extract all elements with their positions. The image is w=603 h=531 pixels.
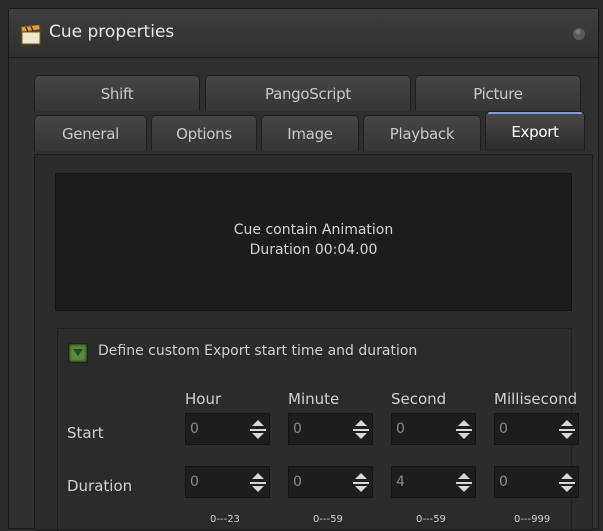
tab-general[interactable]: General [34, 115, 147, 151]
column-minute: Minute [288, 390, 340, 408]
tab-image[interactable]: Image [261, 115, 359, 151]
start-second-input[interactable] [392, 414, 456, 444]
millisecond-range-label: 0---999 [514, 514, 551, 525]
start-second-spinner[interactable] [391, 413, 476, 445]
pin-icon[interactable] [570, 25, 588, 43]
spin-arrows-icon[interactable] [455, 416, 473, 442]
duration-millisecond-spinner[interactable] [494, 466, 579, 498]
start-hour-input[interactable] [186, 414, 250, 444]
tab-picture[interactable]: Picture [415, 75, 581, 111]
column-second: Second [391, 390, 447, 408]
duration-minute-spinner[interactable] [288, 466, 373, 498]
start-hour-spinner[interactable] [185, 413, 270, 445]
start-millisecond-spinner[interactable] [494, 413, 579, 445]
spin-arrows-icon[interactable] [249, 469, 267, 495]
export-panel: Cue contain Animation Duration 00:04.00 … [34, 154, 593, 531]
duration-second-spinner[interactable] [391, 466, 476, 498]
tab-pangoscript[interactable]: PangoScript [205, 75, 411, 111]
second-range-label: 0---59 [416, 514, 446, 525]
tab-shift[interactable]: Shift [34, 75, 200, 111]
cue-info-text: Cue contain Animation [233, 222, 394, 238]
spin-arrows-icon[interactable] [558, 469, 576, 495]
column-millisecond: Millisecond [494, 390, 578, 408]
title-bar: Cue properties [9, 9, 598, 58]
spin-arrows-icon[interactable] [455, 469, 473, 495]
custom-export-label: Define custom Export start time and dura… [98, 343, 418, 359]
start-minute-spinner[interactable] [288, 413, 373, 445]
clapperboard-icon [21, 25, 41, 45]
spin-arrows-icon[interactable] [352, 416, 370, 442]
duration-row-label: Duration [67, 477, 133, 495]
tab-export[interactable]: Export [485, 111, 585, 151]
custom-export-group: Define custom Export start time and dura… [57, 328, 579, 531]
column-hour: Hour [185, 390, 222, 408]
cue-info-display: Cue contain Animation Duration 00:04.00 [55, 173, 572, 311]
duration-second-input[interactable] [392, 467, 456, 497]
duration-hour-input[interactable] [186, 467, 250, 497]
start-millisecond-input[interactable] [495, 414, 559, 444]
duration-minute-input[interactable] [289, 467, 353, 497]
cue-properties-window: Cue properties Shift PangoScript Picture… [8, 8, 599, 531]
duration-millisecond-input[interactable] [495, 467, 559, 497]
custom-export-checkbox[interactable] [68, 343, 88, 363]
hour-range-label: 0---23 [210, 514, 240, 525]
duration-hour-spinner[interactable] [185, 466, 270, 498]
minute-range-label: 0---59 [313, 514, 343, 525]
window-title: Cue properties [49, 22, 175, 42]
cue-duration-text: Duration 00:04.00 [249, 242, 378, 258]
spin-arrows-icon[interactable] [249, 416, 267, 442]
tab-options[interactable]: Options [151, 115, 257, 151]
spin-arrows-icon[interactable] [558, 416, 576, 442]
start-minute-input[interactable] [289, 414, 353, 444]
start-row-label: Start [67, 424, 104, 442]
tab-playback[interactable]: Playback [363, 115, 481, 151]
spin-arrows-icon[interactable] [352, 469, 370, 495]
